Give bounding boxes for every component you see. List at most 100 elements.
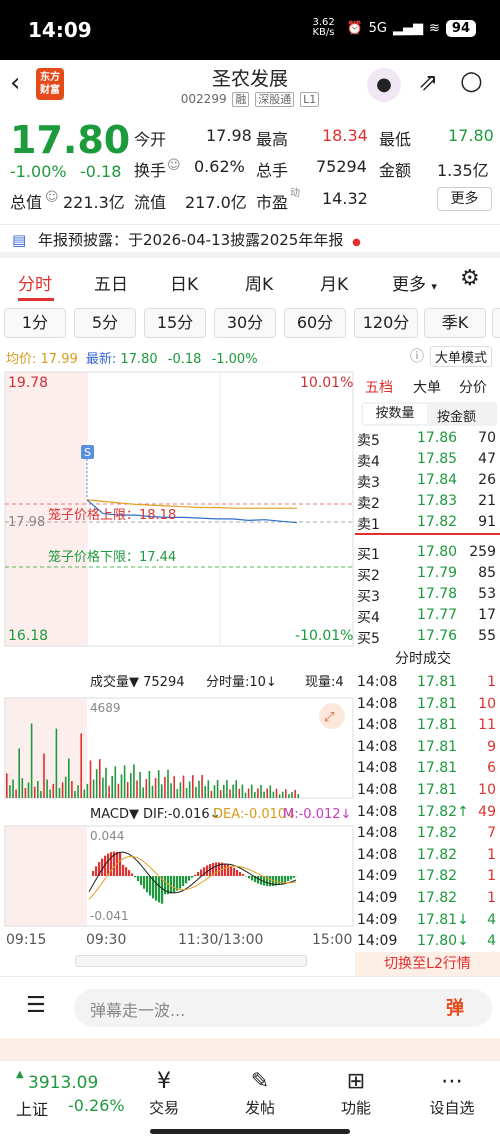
nav-functions[interactable]: ⊞ 功能 [316, 1067, 396, 1118]
robot-avatar-icon[interactable]: ● [367, 68, 401, 102]
ask-level-row[interactable]: 卖1 17.82 91 [355, 512, 500, 533]
period-overflow[interactable] [492, 308, 500, 338]
tab-five-day[interactable]: 五日 [94, 270, 128, 295]
more-button[interactable]: 更多 [437, 187, 492, 211]
volume-bar [185, 787, 188, 798]
big-order-mode-button[interactable]: 大单模式 [430, 346, 493, 367]
ask-level-price: 17.82 [417, 514, 458, 530]
ask-level-label: 卖2 [357, 496, 380, 512]
period-60min[interactable]: 60分 [284, 308, 346, 338]
macd-bar [119, 853, 122, 876]
volume-bar [105, 767, 107, 798]
period-5min[interactable]: 5分 [74, 308, 136, 338]
info-icon[interactable]: ☺ [167, 158, 181, 173]
float-value: 217.0亿 [185, 193, 247, 212]
ask-level-row[interactable]: 卖5 17.86 70 [355, 428, 500, 449]
tick-time: 14:08 [357, 695, 398, 712]
battery-indicator: 94 [445, 19, 476, 37]
dif-label: DIF:-0.016↓ [143, 807, 221, 822]
macd-bar [200, 869, 203, 876]
bid-level-row[interactable]: 买3 17.78 53 [355, 584, 500, 605]
tab-more[interactable]: 更多 ▾ [392, 270, 437, 295]
bid-level-label: 买3 [357, 589, 380, 605]
help-icon[interactable]: ⓘ [410, 346, 424, 366]
period-30min[interactable]: 30分 [214, 308, 276, 338]
volume-bar [272, 791, 275, 798]
comment-list-icon[interactable]: ☰ [26, 993, 46, 1018]
ask-level-row[interactable]: 卖2 17.83 21 [355, 491, 500, 512]
pe-info-icon[interactable]: 动 [290, 184, 300, 199]
bid-level-row[interactable]: 买5 17.76 55 [355, 626, 500, 647]
period-quarter-k[interactable]: 季K [424, 308, 486, 338]
macd-bar [251, 876, 254, 881]
tick-time: 14:08 [357, 674, 398, 690]
tick-row: 14:08 17.81 10 [355, 694, 500, 715]
volume-bar [297, 794, 299, 798]
macd-bar [170, 876, 173, 894]
ob-by-amount[interactable]: 按金额 [437, 406, 476, 425]
nav-post[interactable]: ✎ 发帖 [220, 1067, 300, 1118]
chart-tabs: 分时 五日 日K 周K 月K 更多 ▾ ⚙ [0, 262, 500, 302]
volume-bar [136, 780, 138, 798]
notice-text: 年报预披露：于2026-04-13披露2025年年报 [38, 231, 344, 249]
volume-bar [263, 791, 265, 798]
ob-by-quantity[interactable]: 按数量 [363, 404, 427, 424]
volume-bar [188, 781, 191, 798]
bid-level-row[interactable]: 买2 17.79 85 [355, 563, 500, 584]
ask-level-price: 17.85 [417, 451, 458, 467]
volume-bar [80, 733, 82, 798]
tab-intraday[interactable]: 分时 [18, 270, 52, 295]
volume-bar [43, 753, 45, 798]
tab-monthly-k[interactable]: 月K [320, 270, 348, 295]
share-icon[interactable]: ⇗ [418, 68, 438, 96]
macd-bar [236, 869, 239, 876]
tab-daily-k[interactable]: 日K [170, 270, 198, 295]
current-price: 17.80 [10, 118, 131, 162]
more-dots-icon: ⋯ [441, 1069, 463, 1094]
bid-level-row[interactable]: 买4 17.77 17 [355, 605, 500, 626]
volume-bar [291, 791, 293, 798]
ask-level-row[interactable]: 卖3 17.84 26 [355, 470, 500, 491]
ob-tab-price-dist[interactable]: 分价 [459, 377, 487, 397]
mcap-info-icon[interactable]: ☺ [45, 190, 59, 205]
nav-watchlist[interactable]: ⋯ 设自选 [412, 1067, 492, 1118]
volume-bar [207, 780, 210, 798]
period-1min[interactable]: 1分 [4, 308, 66, 338]
volume-bar [201, 774, 203, 798]
chart-scrollbar[interactable] [75, 955, 307, 967]
notice-bar[interactable]: ▤ 年报预披露：于2026-04-13披露2025年年报 ● [0, 224, 500, 258]
ask-level-label: 卖4 [357, 454, 380, 470]
bid-level-price: 17.78 [417, 586, 458, 602]
level-tag[interactable]: L1 [300, 92, 320, 107]
nav-trade[interactable]: ¥ 交易 [124, 1067, 204, 1118]
macd-bar [239, 872, 242, 876]
change-amount: -0.18 [80, 162, 122, 181]
settings-gear-icon[interactable]: ⚙ [460, 266, 480, 291]
upper-limit-label: 笼子价格上限：18.18 [48, 507, 176, 523]
macd-bar [173, 876, 176, 893]
macd-bar [140, 876, 143, 885]
volume-bar [157, 770, 160, 798]
period-15min[interactable]: 15分 [144, 308, 206, 338]
macd-bar [185, 876, 188, 884]
switch-l2-button[interactable]: 切换至L2行情 [355, 952, 500, 976]
ob-tab-big-orders[interactable]: 大单 [413, 377, 441, 397]
macd-bar [143, 876, 146, 889]
last-pct: -1.00% [211, 352, 258, 367]
tick-qty: 10 [478, 782, 496, 798]
comment-input[interactable]: 弹幕走一波... 弹 [74, 989, 492, 1027]
volume-bar [18, 748, 20, 798]
ask-level-row[interactable]: 卖4 17.85 47 [355, 449, 500, 470]
search-icon[interactable]: ○ [460, 66, 483, 96]
danmaku-button[interactable]: 弹 [446, 994, 464, 1020]
volume-bar [269, 785, 272, 798]
intraday-chart[interactable]: 19.78 10.01% 17.98 16.18 -10.01% 笼子价格上限：… [0, 368, 355, 954]
tab-weekly-k[interactable]: 周K [245, 270, 273, 295]
bid-level-row[interactable]: 买1 17.80 259 [355, 542, 500, 563]
period-120min[interactable]: 120分 [354, 308, 418, 338]
nav-functions-label: 功能 [340, 1099, 371, 1117]
macd-bar [125, 867, 128, 876]
volume-bar [154, 777, 157, 798]
ob-tab-five-levels[interactable]: 五档 [365, 377, 393, 397]
bottom-pct-label: -10.01% [295, 628, 353, 644]
